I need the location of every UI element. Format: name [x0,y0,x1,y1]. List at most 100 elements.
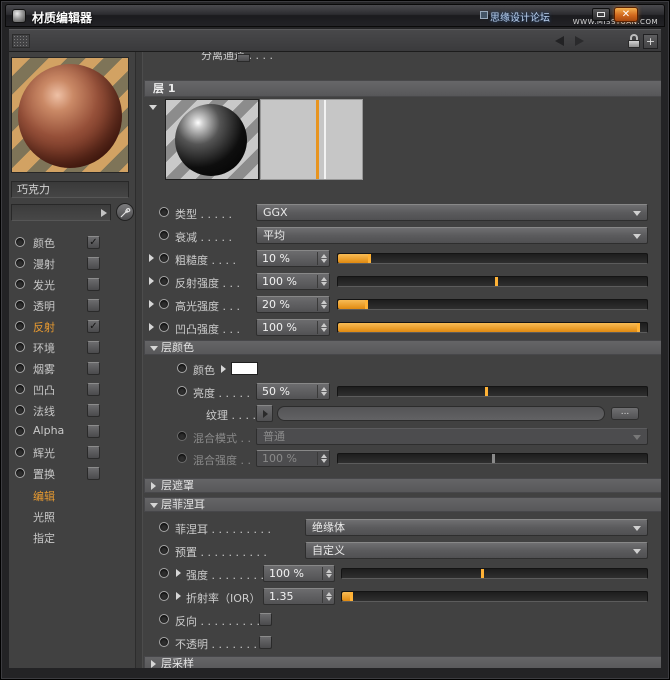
ior-slider[interactable] [341,591,648,602]
separate-pass-checkbox[interactable] [237,54,250,62]
panel-divider[interactable] [135,52,143,668]
slider-handle[interactable] [495,277,498,286]
expander-icon[interactable] [176,569,181,577]
expander-icon[interactable] [149,323,154,331]
slider-handle[interactable] [350,592,353,601]
specular-strength-spinner[interactable]: 20 % [256,296,330,313]
spin-up-icon[interactable] [321,300,327,304]
channel-checkbox[interactable]: ✓ [87,236,100,249]
grip-icon[interactable] [12,34,30,48]
spin-down-icon[interactable] [321,328,327,332]
spin-down-icon[interactable] [321,305,327,309]
layer-header[interactable]: 层 1 [144,80,661,97]
fresnel-strength-spinner[interactable]: 100 % [263,565,335,582]
spin-up-icon[interactable] [321,277,327,281]
fresnel-dropdown[interactable]: 绝缘体 [305,519,648,536]
mode-assign[interactable]: 指定 [33,530,55,546]
channel-checkbox[interactable] [87,341,100,354]
slider-handle[interactable] [637,323,640,332]
slider-handle[interactable] [365,300,368,309]
channel-diffusion[interactable]: 漫射 [9,254,135,275]
channel-reflectance[interactable]: 反射✓ [9,317,135,338]
texture-arrow-button[interactable] [256,405,273,422]
spin-up-icon[interactable] [326,592,332,596]
channel-color[interactable]: 颜色✓ [9,233,135,254]
preset-dropdown[interactable]: 自定义 [305,542,648,559]
spin-down-icon[interactable] [321,259,327,263]
expander-icon[interactable] [149,254,154,262]
channel-glow[interactable]: 辉光 [9,443,135,464]
layer-preview-collapse-icon[interactable] [149,105,157,110]
bump-strength-spinner[interactable]: 100 % [256,319,330,336]
channel-checkbox[interactable] [87,467,100,480]
preview-type-combo[interactable] [11,204,111,221]
layer-preview-thumbnail[interactable] [165,99,259,180]
spin-up-icon[interactable] [321,323,327,327]
eyedropper-button[interactable] [116,203,134,221]
channel-environment[interactable]: 环境 [9,338,135,359]
channel-checkbox[interactable] [87,425,100,438]
channel-bump[interactable]: 凹凸 [9,380,135,401]
layer-gradient-preview[interactable] [260,99,363,180]
specular-strength-slider[interactable] [337,299,648,310]
fresnel-strength-slider[interactable] [341,568,648,579]
mode-illumination[interactable]: 光照 [33,509,55,525]
spin-up-icon[interactable] [326,569,332,573]
spin-down-icon[interactable] [321,282,327,286]
channel-displacement[interactable]: 置换 [9,464,135,485]
reflection-strength-slider[interactable] [337,276,648,287]
channel-checkbox[interactable] [87,404,100,417]
add-icon[interactable]: + [643,34,658,49]
slider-handle[interactable] [368,254,371,263]
ior-spinner[interactable]: 1.35 [263,588,335,605]
roughness-slider[interactable] [337,253,648,264]
color-swatch[interactable] [231,362,258,375]
color-expander-icon[interactable] [221,365,226,373]
spin-down-icon[interactable] [326,597,332,601]
material-name-input[interactable]: 巧克力 [11,181,129,198]
texture-field[interactable] [277,406,605,421]
channel-fog[interactable]: 烟雾 [9,359,135,380]
spin-down-icon[interactable] [326,574,332,578]
slider-handle[interactable] [481,569,484,578]
brightness-slider[interactable] [337,386,648,397]
brightness-spinner[interactable]: 50 % [256,383,330,400]
titlebar[interactable]: 材质编辑器 思缘设计论坛 WWW.MISSYUAN.COM ✕ [5,4,665,27]
mode-edit[interactable]: 编辑 [33,488,55,504]
channel-checkbox[interactable] [87,383,100,396]
section-layer-mask[interactable]: 层遮罩 [144,478,661,493]
reflection-strength-spinner[interactable]: 100 % [256,273,330,290]
bump-strength-slider[interactable] [337,322,648,333]
channel-transparency[interactable]: 透明 [9,296,135,317]
expander-icon[interactable] [176,592,181,600]
lock-icon[interactable] [628,34,640,49]
spin-up-icon[interactable] [321,387,327,391]
nav-back-icon[interactable] [555,36,564,46]
spin-up-icon[interactable] [321,254,327,258]
attenuation-dropdown[interactable]: 平均 [256,227,648,244]
minimize-button[interactable] [592,8,610,21]
expander-icon[interactable] [149,277,154,285]
texture-browse-button[interactable]: ... [611,407,639,420]
expander-icon[interactable] [149,300,154,308]
channel-alpha[interactable]: Alpha [9,422,135,443]
channel-checkbox[interactable] [87,257,100,270]
channel-checkbox[interactable] [87,299,100,312]
roughness-spinner[interactable]: 10 % [256,250,330,267]
close-button[interactable]: ✕ [614,7,638,22]
inverted-checkbox[interactable] [259,613,272,626]
channel-normal[interactable]: 法线 [9,401,135,422]
material-preview[interactable] [11,57,129,173]
section-layer-sampling[interactable]: 层采样 [144,656,661,668]
nav-forward-icon[interactable] [575,36,584,46]
section-layer-fresnel[interactable]: 层菲涅耳 [144,497,661,512]
channel-checkbox[interactable] [87,446,100,459]
opaque-checkbox[interactable] [259,636,272,649]
type-dropdown[interactable]: GGX [256,204,648,221]
channel-checkbox[interactable] [87,362,100,375]
slider-handle[interactable] [485,387,488,396]
channel-checkbox[interactable] [87,278,100,291]
spin-down-icon[interactable] [321,392,327,396]
channel-luminance[interactable]: 发光 [9,275,135,296]
channel-checkbox[interactable]: ✓ [87,320,100,333]
